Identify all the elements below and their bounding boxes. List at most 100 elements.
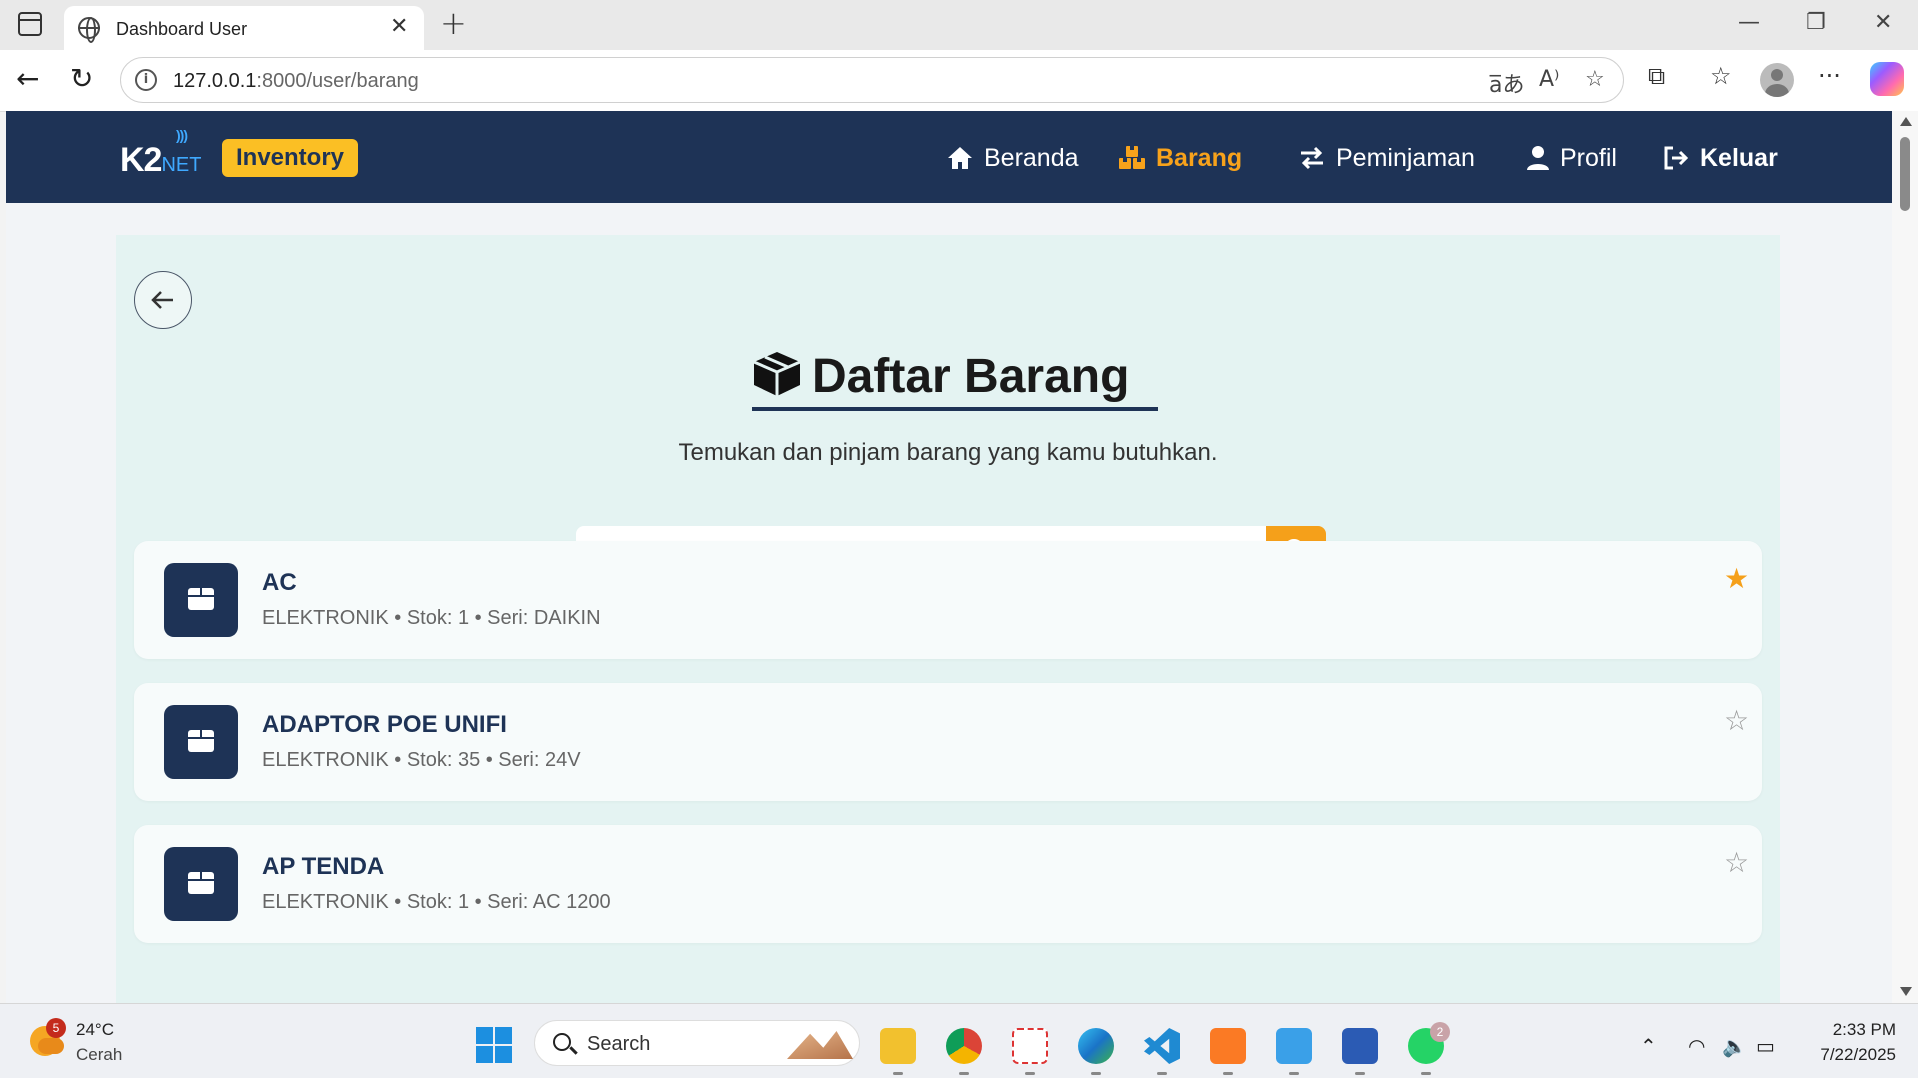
page-title: Daftar Barang	[812, 350, 1130, 403]
profile-avatar[interactable]	[1760, 63, 1794, 97]
copilot-icon[interactable]	[1870, 62, 1904, 96]
star-outline-icon[interactable]: ☆	[1724, 849, 1749, 877]
boxes-icon	[1119, 146, 1145, 169]
nav-beranda[interactable]: Beranda	[946, 140, 1079, 176]
battery-icon[interactable]: ▭	[1756, 1034, 1775, 1058]
edge-icon[interactable]	[1078, 1028, 1114, 1064]
window-close-icon[interactable]: ✕	[1874, 10, 1892, 35]
tab-actions-icon[interactable]	[18, 12, 42, 36]
search-icon	[553, 1033, 571, 1051]
nav-label: Peminjaman	[1336, 143, 1475, 172]
whatsapp-badge: 2	[1430, 1022, 1450, 1042]
tab-title: Dashboard User	[116, 19, 248, 39]
page-subtitle: Temukan dan pinjam barang yang kamu butu…	[678, 439, 1218, 466]
item-name: ADAPTOR POE UNIFI	[262, 711, 507, 738]
close-tab-icon[interactable]: ✕	[390, 14, 408, 39]
windows-taskbar: 5 24°C Cerah Search 2 ⌃ ◠ 🔈 ▭ 2:33 PM 7/…	[0, 1003, 1918, 1078]
site-info-icon[interactable]: i	[135, 69, 157, 91]
page-scrollbar[interactable]	[1892, 111, 1918, 1003]
address-bar-row: ← ↻ i 127.0.0.1:8000/user/barang a̅あ A⁾ …	[0, 50, 1918, 112]
main-content: Daftar Barang Temukan dan pinjam barang …	[116, 235, 1780, 1003]
vscode-icon[interactable]	[1144, 1028, 1180, 1064]
item-name: AC	[262, 569, 297, 596]
wifi-icon: )))	[176, 127, 188, 143]
refresh-icon[interactable]: ↻	[70, 62, 93, 95]
home-icon	[948, 147, 972, 169]
scroll-down-icon[interactable]	[1900, 987, 1912, 996]
url-text: 127.0.0.1:8000/user/barang	[173, 70, 419, 92]
inventory-badge: Inventory	[222, 139, 359, 177]
item-meta: ELEKTRONIK • Stok: 1 • Seri: DAIKIN	[262, 607, 601, 629]
star-filled-icon[interactable]: ★	[1724, 565, 1749, 593]
snipping-tool-icon[interactable]	[1012, 1028, 1048, 1064]
nav-label: Barang	[1156, 143, 1243, 172]
nav-barang[interactable]: Barang	[1118, 140, 1242, 176]
site-navbar: K2NET ))) Inventory Beranda Barang Pemin…	[6, 111, 1892, 203]
item-name: AP TENDA	[262, 853, 385, 880]
read-aloud-icon[interactable]: A⁾	[1539, 67, 1559, 92]
browser-tab-bar: Dashboard User ✕ + — ❐ ✕	[0, 0, 1918, 50]
nav-keluar[interactable]: Keluar	[1662, 140, 1778, 176]
translate-icon[interactable]: a̅あ	[1489, 67, 1524, 99]
running-indicator	[959, 1072, 969, 1075]
favorite-star-icon[interactable]: ☆	[1585, 67, 1605, 92]
page-title-block: Daftar Barang	[752, 347, 1158, 411]
wifi-icon[interactable]: ◠	[1688, 1034, 1705, 1058]
running-indicator	[1091, 1072, 1101, 1075]
word-icon[interactable]	[1342, 1028, 1378, 1064]
box-icon	[753, 352, 801, 396]
chrome-icon[interactable]	[946, 1028, 982, 1064]
browser-tab[interactable]: Dashboard User ✕	[64, 6, 424, 50]
weather-temperature[interactable]: 24°C	[76, 1020, 114, 1040]
nav-label: Beranda	[984, 143, 1079, 172]
package-icon	[164, 705, 238, 779]
star-outline-icon[interactable]: ☆	[1724, 707, 1749, 735]
k2net-logo[interactable]: K2NET )))	[120, 127, 201, 180]
url-field[interactable]: i 127.0.0.1:8000/user/barang a̅あ A⁾ ☆	[120, 57, 1624, 103]
clock-time[interactable]: 2:33 PM	[1828, 1020, 1896, 1040]
restore-icon[interactable]: ❐	[1806, 10, 1826, 35]
running-indicator	[1421, 1072, 1431, 1075]
running-indicator	[1025, 1072, 1035, 1075]
weather-description[interactable]: Cerah	[76, 1045, 122, 1065]
extensions-icon[interactable]: ⧉	[1648, 62, 1665, 90]
item-card[interactable]: ADAPTOR POE UNIFI ELEKTRONIK • Stok: 35 …	[134, 683, 1762, 801]
clock-date[interactable]: 7/22/2025	[1802, 1045, 1896, 1065]
package-icon	[164, 847, 238, 921]
xampp-icon[interactable]	[1210, 1028, 1246, 1064]
chevron-up-icon[interactable]: ⌃	[1640, 1034, 1657, 1058]
running-indicator	[1355, 1072, 1365, 1075]
new-tab-icon[interactable]: +	[440, 4, 467, 42]
scroll-thumb[interactable]	[1900, 137, 1910, 211]
nav-profil[interactable]: Profil	[1526, 140, 1617, 176]
nav-peminjaman[interactable]: Peminjaman	[1298, 140, 1475, 176]
taskbar-search-label: Search	[587, 1033, 651, 1055]
item-card[interactable]: AC ELEKTRONIK • Stok: 1 • Seri: DAIKIN ★	[134, 541, 1762, 659]
back-arrow-icon[interactable]: ←	[16, 62, 39, 95]
exchange-icon	[1301, 146, 1323, 170]
file-explorer-icon[interactable]	[880, 1028, 916, 1064]
running-indicator	[1223, 1072, 1233, 1075]
item-card[interactable]: AP TENDA ELEKTRONIK • Stok: 1 • Seri: AC…	[134, 825, 1762, 943]
arrow-left-icon	[151, 291, 173, 309]
globe-icon	[78, 17, 100, 43]
minimize-icon[interactable]: —	[1738, 10, 1760, 35]
nav-label: Profil	[1560, 143, 1617, 172]
scroll-up-icon[interactable]	[1900, 117, 1912, 126]
page-viewport: K2NET ))) Inventory Beranda Barang Pemin…	[6, 111, 1892, 1003]
running-indicator	[893, 1072, 903, 1075]
notepad-icon[interactable]	[1276, 1028, 1312, 1064]
package-icon	[164, 563, 238, 637]
windows-start-icon[interactable]	[476, 1027, 512, 1063]
nav-label: Keluar	[1700, 143, 1778, 172]
favorites-icon[interactable]: ☆	[1710, 62, 1732, 90]
user-icon	[1527, 146, 1549, 170]
taskbar-search[interactable]: Search	[534, 1020, 860, 1066]
item-meta: ELEKTRONIK • Stok: 35 • Seri: 24V	[262, 749, 581, 771]
back-button[interactable]	[134, 271, 192, 329]
running-indicator	[1157, 1072, 1167, 1075]
logout-icon	[1664, 146, 1689, 170]
search-highlight-image	[787, 1031, 853, 1059]
volume-icon[interactable]: 🔈	[1722, 1034, 1747, 1058]
more-menu-icon[interactable]: ···	[1818, 62, 1841, 90]
